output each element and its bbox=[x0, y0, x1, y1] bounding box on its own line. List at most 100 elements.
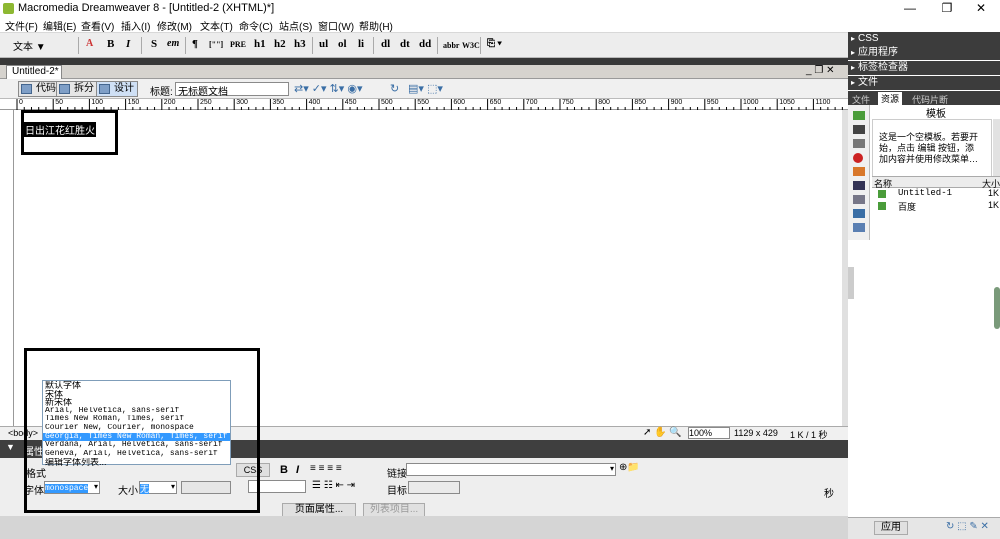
menu-insert[interactable]: 插入(I) bbox=[121, 18, 150, 33]
font-tag-icon[interactable]: A bbox=[86, 38, 93, 49]
menu-view[interactable]: 查看(V) bbox=[81, 18, 114, 33]
blockquote-button[interactable]: [""] bbox=[209, 40, 223, 49]
list-item-button[interactable]: 列表项目... bbox=[363, 503, 425, 517]
library-icon[interactable] bbox=[853, 223, 865, 232]
shockwave-icon[interactable] bbox=[853, 167, 865, 176]
section-title: 模板 bbox=[926, 109, 946, 120]
h3-button[interactable]: h3 bbox=[294, 38, 306, 50]
panel-collapse-handle[interactable] bbox=[848, 267, 854, 299]
select-hand-zoom-icons[interactable]: ➚ ✋ 🔍 bbox=[643, 427, 682, 438]
li-button[interactable]: li bbox=[358, 38, 364, 50]
movies-icon[interactable] bbox=[853, 181, 865, 190]
scripts-icon[interactable] bbox=[853, 195, 865, 204]
view-options-icon[interactable]: ▤▾ ⬚▾ bbox=[408, 82, 443, 95]
menu-edit[interactable]: 编辑(E) bbox=[43, 18, 76, 33]
apply-button[interactable]: 应用 bbox=[874, 521, 908, 535]
assets-footer: 应用 ↻ ⬚ ✎ ✕ bbox=[848, 517, 1000, 539]
window-size[interactable]: 1129 x 429 bbox=[734, 428, 778, 438]
design-view-button[interactable]: 设计 bbox=[96, 81, 138, 97]
colors-icon[interactable] bbox=[853, 125, 865, 134]
page-properties-button[interactable]: 页面属性... bbox=[282, 503, 356, 517]
characters-icon[interactable]: ⎘ ▾ bbox=[487, 38, 502, 49]
menu-site[interactable]: 站点(S) bbox=[279, 18, 312, 33]
flash-icon[interactable] bbox=[853, 153, 863, 163]
asset-size: 1K bbox=[988, 200, 1000, 210]
category-select[interactable]: 文本 ▼ bbox=[13, 38, 46, 53]
menu-commands[interactable]: 命令(C) bbox=[239, 18, 273, 33]
menu-help[interactable]: 帮助(H) bbox=[359, 18, 393, 33]
file-management-icon[interactable]: ⇄▾ ✓▾ ⇅▾ ◉▾ bbox=[294, 82, 363, 95]
paragraph-button[interactable]: ¶ bbox=[192, 38, 198, 50]
h2-button[interactable]: h2 bbox=[274, 38, 286, 50]
align-icons[interactable]: ≡ ≡ ≡ ≡ bbox=[310, 463, 342, 474]
folder-icon[interactable]: ⊕📁 bbox=[619, 462, 640, 473]
ruler-label: 1100 bbox=[815, 99, 831, 106]
ruler-label: 200 bbox=[163, 99, 176, 106]
dreamweaver-logo-icon bbox=[3, 3, 14, 14]
menu-bar: 文件(F) 编辑(E) 查看(V) 插入(I) 修改(M) 文本(T) 命令(C… bbox=[0, 17, 848, 33]
em-button[interactable]: em bbox=[167, 38, 179, 49]
images-icon[interactable] bbox=[853, 111, 865, 120]
w3c-acronym-button[interactable]: W3C bbox=[462, 41, 480, 50]
list-indent-icons[interactable]: ☰ ☷ ⇤ ⇥ bbox=[312, 480, 355, 491]
props-italic-button[interactable]: I bbox=[296, 464, 299, 476]
side-widget[interactable] bbox=[994, 287, 1000, 329]
panel-tag-inspector[interactable]: 标签检查器 bbox=[848, 61, 1000, 75]
menu-window[interactable]: 窗口(W) bbox=[318, 18, 354, 33]
title-input[interactable]: 无标题文档 bbox=[175, 82, 289, 98]
dl-button[interactable]: dl bbox=[381, 38, 390, 50]
maximize-button[interactable]: ❐ bbox=[932, 0, 962, 17]
asset-actions-icons[interactable]: ↻ ⬚ ✎ ✕ bbox=[946, 521, 989, 532]
toolbar-divider bbox=[78, 37, 79, 54]
close-button[interactable]: ✕ bbox=[966, 0, 996, 17]
ruler-label: 0 bbox=[19, 99, 23, 106]
ruler-label: 150 bbox=[127, 99, 140, 106]
panel-css[interactable]: CSS bbox=[848, 32, 1000, 46]
panel-tab-strip: 文件 资源 代码片断 bbox=[848, 91, 1000, 105]
asset-row[interactable]: 百度 1K bbox=[872, 200, 1000, 212]
toolbar-divider bbox=[480, 37, 481, 54]
ruler-label: 900 bbox=[670, 99, 683, 106]
props-bold-button[interactable]: B bbox=[280, 464, 288, 476]
dd-button[interactable]: dd bbox=[419, 38, 431, 50]
ruler-label: 400 bbox=[308, 99, 321, 106]
pre-button[interactable]: PRE bbox=[230, 40, 246, 49]
split-view-label: 拆分 bbox=[74, 83, 94, 94]
tab-assets[interactable]: 资源 bbox=[878, 92, 903, 105]
menu-text[interactable]: 文本(T) bbox=[200, 18, 233, 33]
right-panel-group: CSS 应用程序 标签检查器 文件 文件 资源 代码片断 模板 这是一个空模板。… bbox=[848, 17, 1000, 539]
seconds-label: 秒 bbox=[824, 489, 834, 500]
zoom-select[interactable]: 100% bbox=[688, 427, 730, 439]
ul-button[interactable]: ul bbox=[319, 38, 328, 50]
menu-modify[interactable]: 修改(M) bbox=[157, 18, 192, 33]
code-view-button[interactable]: 代码 bbox=[18, 81, 60, 97]
ruler-label: 450 bbox=[344, 99, 357, 106]
target-select[interactable] bbox=[408, 481, 460, 494]
template-file-icon bbox=[878, 190, 886, 198]
italic-button[interactable]: I bbox=[126, 38, 130, 50]
document-tab[interactable]: Untitled-2* bbox=[6, 65, 62, 79]
menu-file[interactable]: 文件(F) bbox=[5, 18, 38, 33]
refresh-icon[interactable]: ↻ bbox=[390, 82, 399, 95]
collapse-icon[interactable]: ▼ bbox=[6, 442, 15, 452]
ruler-label: 1000 bbox=[743, 99, 759, 106]
minimize-button[interactable]: — bbox=[895, 0, 925, 17]
ruler-label: 250 bbox=[200, 99, 212, 106]
strong-button[interactable]: S bbox=[151, 38, 157, 50]
restore-doc-icon[interactable]: _ ❐ ✕ bbox=[806, 65, 834, 76]
abbr-button[interactable]: abbr bbox=[443, 41, 459, 50]
bold-button[interactable]: B bbox=[107, 38, 114, 50]
asset-row[interactable]: Untitled-1 1K bbox=[872, 188, 1000, 200]
link-input[interactable]: ▾ bbox=[406, 463, 616, 476]
panel-application[interactable]: 应用程序 bbox=[848, 46, 1000, 60]
h1-button[interactable]: h1 bbox=[254, 38, 266, 50]
document-tab-bar: _ ❐ ✕ bbox=[0, 65, 848, 79]
templates-icon[interactable] bbox=[853, 209, 865, 218]
panel-files[interactable]: 文件 bbox=[848, 76, 1000, 90]
dt-button[interactable]: dt bbox=[400, 38, 410, 50]
ruler-label: 300 bbox=[236, 99, 248, 106]
urls-icon[interactable] bbox=[853, 139, 865, 148]
ol-button[interactable]: ol bbox=[338, 38, 347, 50]
split-view-button[interactable]: 拆分 bbox=[56, 81, 98, 97]
toolbar-divider bbox=[437, 37, 438, 54]
